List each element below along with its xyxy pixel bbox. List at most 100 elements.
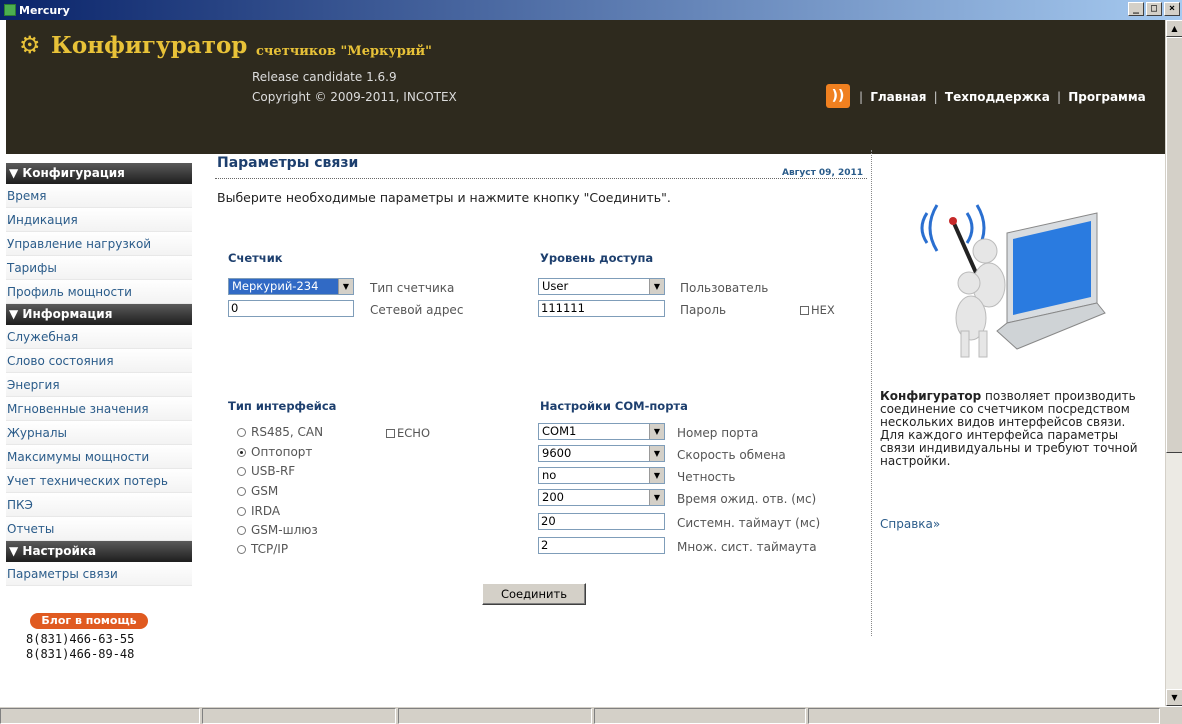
network-address-label: Сетевой адрес: [370, 303, 464, 317]
page-title: Параметры связи: [217, 155, 359, 171]
wait-value: 200: [542, 490, 564, 504]
window-title: Mercury: [19, 3, 70, 17]
connect-button[interactable]: Соединить: [482, 583, 586, 605]
sidebar-section-config[interactable]: ▼ Конфигурация: [6, 163, 192, 184]
com-group-title: Настройки COM-порта: [540, 399, 688, 413]
sidebar-item-service[interactable]: Служебная: [6, 325, 192, 349]
radio-circle[interactable]: [237, 544, 246, 554]
password-input[interactable]: 111111: [538, 300, 665, 317]
radio-circle[interactable]: [237, 486, 246, 496]
rss-icon[interactable]: )): [826, 84, 850, 108]
sidebar-item-tariffs[interactable]: Тарифы: [6, 256, 192, 280]
brand-subtitle: счетчиков "Меркурий": [256, 44, 432, 59]
multiplier-label: Множ. сист. таймаута: [677, 540, 817, 554]
page-header: ⚙ Конфигуратор счетчиков "Меркурий" Rele…: [6, 20, 1165, 154]
vertical-scrollbar[interactable]: ▲ ▼: [1165, 20, 1182, 706]
radio-tcpip[interactable]: TCP/IP: [237, 542, 288, 556]
blog-button[interactable]: Блог в помощь: [30, 613, 148, 629]
sidebar-item-connection-params[interactable]: Параметры связи: [6, 562, 192, 586]
sidebar-section-settings[interactable]: ▼ Настройка: [6, 541, 192, 562]
multiplier-input[interactable]: 2: [538, 537, 665, 554]
interface-group-title: Тип интерфейса: [228, 399, 337, 413]
hex-checkbox[interactable]: HEX: [800, 303, 835, 317]
sidebar-item-load-control[interactable]: Управление нагрузкой: [6, 232, 192, 256]
speed-select[interactable]: 9600 ▼: [538, 445, 665, 462]
help-link[interactable]: Справка»: [880, 517, 940, 531]
nav-support-link[interactable]: Техподдержка: [945, 90, 1050, 104]
sidebar-item-energy[interactable]: Энергия: [6, 373, 192, 397]
speed-label: Скорость обмена: [677, 448, 786, 462]
title-divider: [215, 178, 867, 179]
radio-gsm[interactable]: GSM: [237, 484, 278, 498]
port-select[interactable]: COM1 ▼: [538, 423, 665, 440]
network-address-input[interactable]: 0: [228, 300, 354, 317]
parity-value: no: [542, 468, 557, 482]
release-text: Release candidate 1.6.9: [252, 70, 397, 84]
nav-program-link[interactable]: Программа: [1068, 90, 1146, 104]
radio-circle[interactable]: [237, 506, 246, 516]
meter-type-value: Меркурий-234: [232, 279, 319, 293]
nav-home-link[interactable]: Главная: [870, 90, 926, 104]
echo-checkbox[interactable]: ECHO: [386, 426, 430, 440]
radio-usb-rf[interactable]: USB-RF: [237, 464, 295, 478]
sidebar-item-logs[interactable]: Журналы: [6, 421, 192, 445]
app-icon: [4, 4, 16, 16]
chevron-down-icon: ▼: [649, 490, 664, 505]
timeout-input[interactable]: 20: [538, 513, 665, 530]
password-label: Пароль: [680, 303, 727, 317]
radio-gsm-gateway[interactable]: GSM-шлюз: [237, 523, 318, 537]
sidebar-item-indication[interactable]: Индикация: [6, 208, 192, 232]
timeout-label: Системн. таймаут (мс): [677, 516, 821, 530]
port-value: COM1: [542, 424, 577, 438]
meter-type-select[interactable]: Меркурий-234 ▼: [228, 278, 354, 295]
checkbox-box[interactable]: [800, 305, 809, 315]
radio-irda[interactable]: IRDA: [237, 504, 280, 518]
wait-select[interactable]: 200 ▼: [538, 489, 665, 506]
phone-2: 8(831)466-89-48: [26, 647, 135, 661]
meter-type-label: Тип счетчика: [370, 281, 455, 295]
sidebar-item-pqe[interactable]: ПКЭ: [6, 493, 192, 517]
radio-label: GSM: [251, 484, 279, 498]
sidebar-item-time[interactable]: Время: [6, 184, 192, 208]
access-level-select[interactable]: User ▼: [538, 278, 665, 295]
radio-circle-selected[interactable]: [237, 447, 246, 457]
status-cell: [398, 708, 592, 724]
minimize-button[interactable]: _: [1128, 2, 1144, 16]
sidebar-item-power-max[interactable]: Максимумы мощности: [6, 445, 192, 469]
top-nav: | Главная | Техподдержка | Программа: [859, 90, 1146, 104]
sidebar-item-instant-values[interactable]: Мгновенные значения: [6, 397, 192, 421]
scroll-up-icon[interactable]: ▲: [1166, 20, 1182, 37]
speed-value: 9600: [542, 446, 572, 460]
radio-label: RS485, CAN: [251, 425, 324, 439]
radio-circle[interactable]: [237, 427, 246, 437]
phone-1: 8(831)466-63-55: [26, 632, 135, 646]
sidebar-item-reports[interactable]: Отчеты: [6, 517, 192, 541]
sidebar-item-power-profile[interactable]: Профиль мощности: [6, 280, 192, 304]
status-cell: [594, 708, 806, 724]
radio-circle[interactable]: [237, 466, 246, 476]
sidebar-item-tech-losses[interactable]: Учет технических потерь: [6, 469, 192, 493]
access-level-value: User: [542, 279, 569, 293]
page-client-area: ⚙ Конфигуратор счетчиков "Меркурий" Rele…: [0, 20, 1165, 706]
sidebar-section-info[interactable]: ▼ Информация: [6, 304, 192, 325]
radio-rs485[interactable]: RS485, CAN: [237, 425, 323, 439]
hex-label: HEX: [811, 303, 835, 317]
status-cell: [808, 708, 1160, 724]
sidebar-item-status-word[interactable]: Слово состояния: [6, 349, 192, 373]
radio-optoport[interactable]: Оптопорт: [237, 445, 312, 459]
scroll-thumb[interactable]: [1166, 37, 1182, 453]
parity-select[interactable]: no ▼: [538, 467, 665, 484]
sidebar: ▼ Конфигурация Время Индикация Управлени…: [6, 163, 192, 600]
chevron-down-icon: ▼: [649, 424, 664, 439]
window-titlebar: Mercury _ □ ×: [0, 0, 1182, 20]
maximize-button[interactable]: □: [1146, 2, 1162, 16]
radio-circle[interactable]: [237, 525, 246, 535]
page-date: Август 09, 2011: [782, 168, 864, 178]
chevron-down-icon: ▼: [649, 279, 664, 294]
chevron-down-icon: ▼: [338, 279, 353, 294]
sidebar-footer: [6, 586, 192, 600]
radio-label: USB-RF: [251, 464, 296, 478]
checkbox-box[interactable]: [386, 428, 395, 438]
scroll-down-icon[interactable]: ▼: [1166, 689, 1182, 706]
close-button[interactable]: ×: [1164, 2, 1180, 16]
